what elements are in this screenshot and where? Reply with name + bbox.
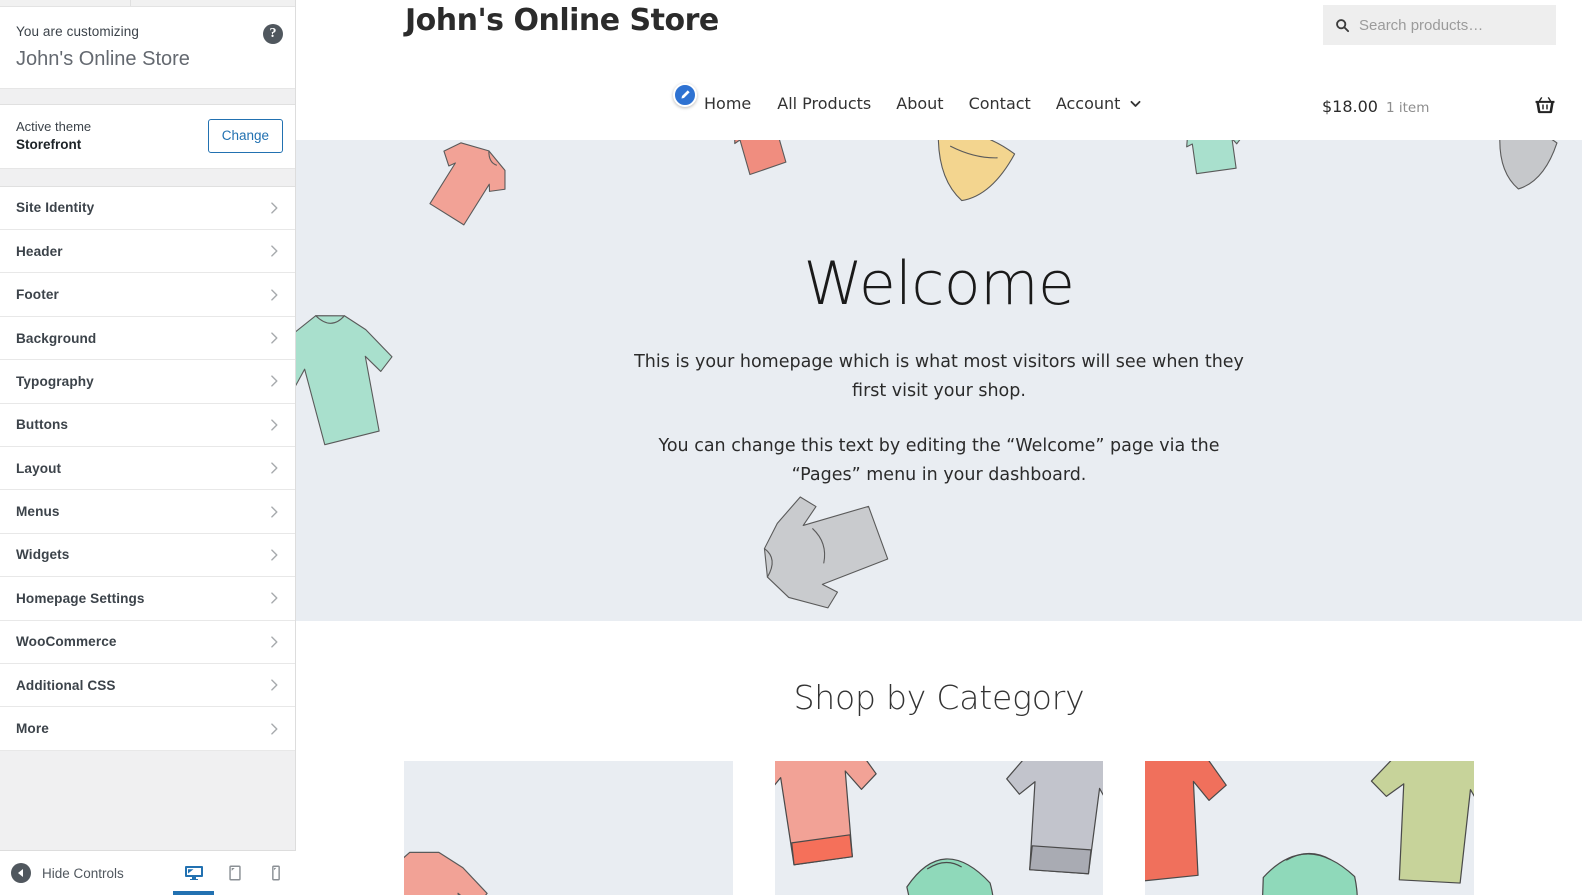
category-card-3[interactable]	[1145, 761, 1475, 895]
hero-paragraph-2: You can change this text by editing the …	[658, 436, 1220, 485]
sidebar-spacer-1	[0, 88, 295, 105]
sidebar-item-label: Typography	[16, 373, 94, 389]
sidebar-item-label: Homepage Settings	[16, 590, 145, 606]
customizer-site-name: John's Online Store	[16, 47, 190, 70]
chevron-right-icon	[271, 679, 278, 691]
shop-by-category-title: Shop by Category	[793, 678, 1085, 717]
sidebar-item-footer[interactable]: Footer	[0, 273, 295, 317]
sidebar-item-header[interactable]: Header	[0, 230, 295, 274]
store-header: John's Online Store HomeAll ProductsAbou…	[296, 0, 1582, 140]
sidebar-item-homepage-settings[interactable]: Homepage Settings	[0, 577, 295, 621]
hide-controls-button[interactable]: Hide Controls	[0, 851, 173, 895]
sidebar-item-additional-css[interactable]: Additional CSS	[0, 663, 295, 708]
category-card-1[interactable]	[404, 761, 733, 895]
active-theme-label: Active theme	[16, 118, 92, 134]
sidebar-item-label: Additional CSS	[16, 677, 116, 693]
nav-link-all-products[interactable]: All Products	[777, 94, 896, 113]
customizer-sidebar: You are customizing John's Online Store …	[0, 0, 296, 895]
change-theme-button[interactable]: Change	[207, 119, 283, 154]
cart-item-count: 1 item	[1385, 99, 1430, 116]
nav-item-account[interactable]: Account	[1056, 94, 1143, 113]
chevron-right-icon	[271, 722, 278, 735]
cart-summary[interactable]: $18.00 1 item	[1322, 96, 1556, 116]
customizer-screen: You are customizing John's Online Store …	[0, 0, 1582, 895]
hide-controls-label: Hide Controls	[42, 865, 124, 881]
nav-link-home[interactable]: Home	[704, 94, 777, 113]
device-tablet-button[interactable]	[214, 851, 255, 895]
sidebar-item-buttons[interactable]: Buttons	[0, 403, 295, 447]
store-nav-menu: Home All Products About Contact Account	[704, 94, 1142, 113]
active-theme-name: Storefront	[16, 137, 82, 153]
search-input[interactable]	[1359, 16, 1544, 34]
sidebar-item-more[interactable]: More	[0, 707, 295, 751]
product-search[interactable]	[1323, 5, 1556, 45]
device-desktop-button[interactable]	[173, 851, 214, 895]
chevron-right-icon	[271, 245, 278, 257]
chevron-down-icon	[1130, 100, 1141, 107]
chevron-right-icon	[271, 636, 278, 648]
site-preview: John's Online Store HomeAll ProductsAbou…	[296, 0, 1582, 895]
shop-by-category-section: Shop by Category	[296, 621, 1582, 895]
sidebar-item-menus[interactable]: Menus	[0, 490, 295, 534]
chevron-right-icon	[271, 592, 278, 604]
chevron-right-icon	[271, 332, 278, 344]
chevron-right-icon	[271, 289, 278, 301]
nav-link-account[interactable]: Account	[1056, 94, 1121, 113]
chevron-right-icon	[271, 505, 278, 518]
chevron-right-icon	[271, 549, 278, 561]
basket-icon[interactable]	[1534, 96, 1556, 116]
collapse-arrow-icon	[11, 863, 31, 883]
help-icon[interactable]: ?	[263, 24, 283, 44]
edit-shortcut-pencil-button[interactable]	[673, 83, 697, 107]
cart-amount: $18.00	[1322, 96, 1378, 116]
hero-paragraph-1: This is your homepage which is what most…	[634, 352, 1244, 401]
chevron-right-icon	[271, 419, 278, 431]
sidebar-item-label: Menus	[16, 504, 60, 520]
category-card-grid	[296, 717, 1582, 895]
tablet-icon	[228, 865, 241, 881]
sidebar-item-background[interactable]: Background	[0, 316, 295, 361]
sidebar-item-widgets[interactable]: Widgets	[0, 533, 295, 578]
device-mobile-button[interactable]	[255, 851, 296, 895]
customizing-label: You are customizing	[16, 24, 139, 39]
hero-section: Welcome This is your homepage which is w…	[296, 140, 1582, 621]
hero-heading: Welcome	[803, 249, 1075, 319]
pencil-icon	[681, 90, 690, 99]
sidebar-item-label: Background	[16, 330, 97, 346]
category-3-illustration	[1145, 761, 1475, 895]
sidebar-item-label: More	[16, 721, 49, 737]
sidebar-item-label: WooCommerce	[16, 634, 117, 650]
nav-link-about[interactable]: About	[896, 94, 968, 113]
device-preview-switcher	[173, 851, 296, 895]
sidebar-item-layout[interactable]: Layout	[0, 447, 295, 491]
customizer-footer: Hide Controls	[0, 850, 296, 895]
sidebar-item-label: Buttons	[16, 417, 69, 433]
category-card-2[interactable]	[774, 761, 1104, 895]
chevron-right-icon	[271, 462, 278, 474]
customizer-header: You are customizing John's Online Store …	[0, 7, 295, 89]
sidebar-item-woocommerce[interactable]: WooCommerce	[0, 620, 295, 664]
desktop-icon	[184, 866, 203, 880]
category-1-illustration	[404, 851, 488, 895]
sidebar-item-typography[interactable]: Typography	[0, 360, 295, 404]
chevron-right-icon	[271, 375, 278, 388]
sidebar-top-strip	[0, 0, 295, 7]
store-nav-row: Home All Products About Contact Account $18.…	[296, 83, 1582, 140]
sidebar-item-label: Widgets	[16, 547, 70, 563]
category-2-illustration	[774, 761, 1104, 895]
sidebar-item-label: Footer	[16, 287, 59, 303]
store-title: John's Online Store	[405, 3, 719, 38]
active-theme-panel: Active theme Storefront Change	[0, 104, 295, 169]
sidebar-spacer-2	[0, 168, 295, 187]
sidebar-item-label: Header	[16, 243, 63, 259]
mobile-icon	[267, 864, 280, 881]
hero-content: Welcome This is your homepage which is w…	[296, 140, 1582, 489]
chevron-right-icon	[271, 202, 278, 214]
nav-link-contact[interactable]: Contact	[969, 94, 1056, 113]
sidebar-item-label: Site Identity	[16, 200, 95, 216]
customizer-sections-list: Site Identity Header Footer Background Typog…	[0, 186, 295, 895]
sidebar-item-label: Layout	[16, 460, 62, 476]
sidebar-item-site-identity[interactable]: Site Identity	[0, 186, 295, 231]
search-icon	[1336, 18, 1350, 32]
